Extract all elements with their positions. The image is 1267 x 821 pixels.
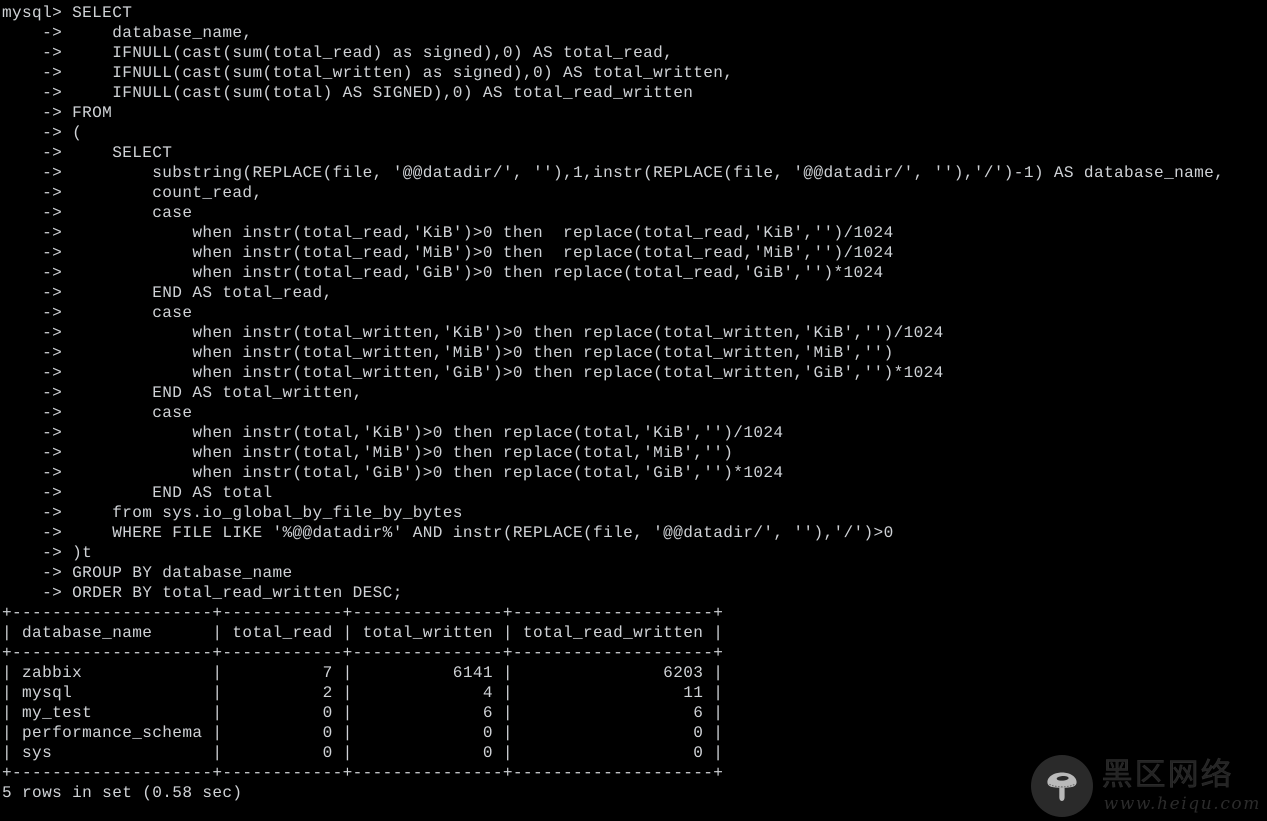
terminal-window[interactable]: mysql> SELECT -> database_name, -> IFNUL… [0,0,1267,821]
console-output: mysql> SELECT -> database_name, -> IFNUL… [2,4,1225,802]
